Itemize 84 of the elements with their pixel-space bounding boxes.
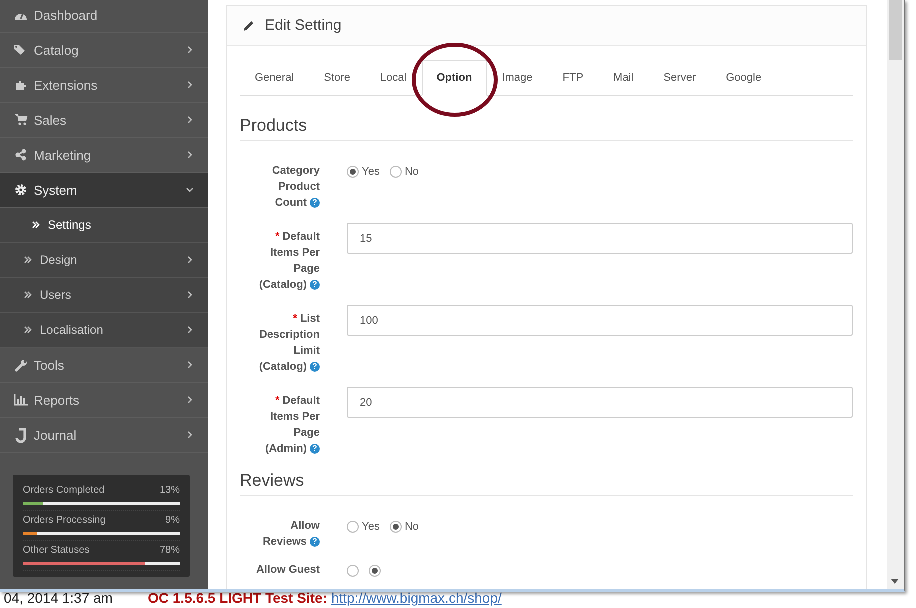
input-field[interactable]: 100 [347,305,853,336]
tab[interactable]: Google [711,60,777,96]
chevron-right-icon [186,151,194,159]
input-field[interactable]: 20 [347,387,853,418]
field-label: Category Product Count ? [271,164,320,211]
chevron-right-icon [186,396,194,404]
radio-label: No [404,166,420,178]
tag-icon [14,44,28,56]
chevron-right-icon [186,291,194,299]
submenu-item[interactable]: Localisation [0,313,208,348]
help-icon[interactable]: ? [310,362,320,372]
radio-label: Yes [362,521,380,533]
field-label: * Default Items Per Page (Catalog) ? [258,230,320,293]
scroll-down-icon[interactable] [891,579,899,584]
sidebar-item[interactable]: Tools [0,348,208,383]
submenu-item[interactable]: Design [0,243,208,278]
sidebar-item[interactable]: Catalog [0,33,208,68]
radio-button[interactable] [347,565,359,577]
sidebar-item[interactable]: Journal [0,418,208,453]
puzzle-icon [15,79,27,91]
chevron-right-icon [186,326,194,334]
stat-label: Orders Completed [23,485,105,496]
help-icon[interactable]: ? [310,280,320,290]
field-label: Allow Reviews ? [262,519,320,550]
section-heading: Reviews [240,463,853,496]
tab[interactable]: FTP [548,60,599,96]
scrollbar[interactable] [887,0,904,589]
gear-icon [15,184,27,196]
radio-button[interactable] [369,565,381,577]
stat-label: Other Statuses [23,545,90,556]
double-chevron-icon [24,326,32,334]
radio-label: No [404,521,420,533]
chevron-right-icon [186,81,194,89]
input-field[interactable]: 15 [347,223,853,254]
tab[interactable]: Option [422,60,488,96]
sidebar-item[interactable]: Sales [0,103,208,138]
sidebar-item[interactable]: System [0,173,208,208]
post-date: 04, 2014 1:37 am [4,592,114,605]
tab[interactable]: Mail [598,60,649,96]
sidebar-item[interactable]: Dashboard [0,0,208,33]
radio-label: Yes [362,166,380,178]
stat-percent: 9% [166,515,180,526]
pencil-icon [243,20,255,32]
bar-chart-icon [14,394,28,406]
chevron-right-icon [186,256,194,264]
stat-percent: 78% [160,545,180,556]
cart-icon [14,114,28,126]
double-chevron-icon [24,256,32,264]
chevron-right-icon [186,431,194,439]
panel-title: Edit Setting [265,17,342,34]
radio-button[interactable] [347,521,359,533]
wrench-icon [14,358,28,372]
field-label: * Default Items Per Page (Admin) ? [264,394,320,457]
radio-button[interactable] [390,166,402,178]
sidebar-item[interactable]: Reports [0,383,208,418]
field-label: * List Description Limit (Catalog) ? [258,312,320,375]
tab[interactable]: Local [365,60,422,96]
submenu-item[interactable]: Users [0,278,208,313]
submenu-item[interactable]: Settings [0,208,208,243]
section-heading: Products [240,96,853,141]
stat-percent: 13% [160,485,180,496]
help-icon[interactable]: ? [310,198,320,208]
radio-button[interactable] [390,521,402,533]
chevron-right-icon [186,116,194,124]
site-label: OC 1.5.6.5 LIGHT Test Site: [148,592,328,605]
sidebar-item[interactable]: Extensions [0,68,208,103]
chevron-right-icon [186,361,194,369]
double-chevron-icon [24,291,32,299]
stat-label: Orders Processing [23,515,106,526]
radio-button[interactable] [347,166,359,178]
share-icon [15,149,27,161]
tab[interactable]: Store [309,60,366,96]
tab[interactable]: General [240,60,310,96]
tab[interactable]: Image [487,60,548,96]
field-label: Allow Guest [255,563,320,578]
site-link[interactable]: http://www.bigmax.ch/shop/ [331,592,502,605]
chevron-down-icon [186,186,194,194]
help-icon[interactable]: ? [310,444,320,454]
scrollbar-thumb[interactable] [889,0,902,60]
double-chevron-icon [32,221,40,229]
tab[interactable]: Server [648,60,712,96]
help-icon[interactable]: ? [310,537,320,548]
chevron-right-icon [186,46,194,54]
journal-icon [15,428,27,442]
